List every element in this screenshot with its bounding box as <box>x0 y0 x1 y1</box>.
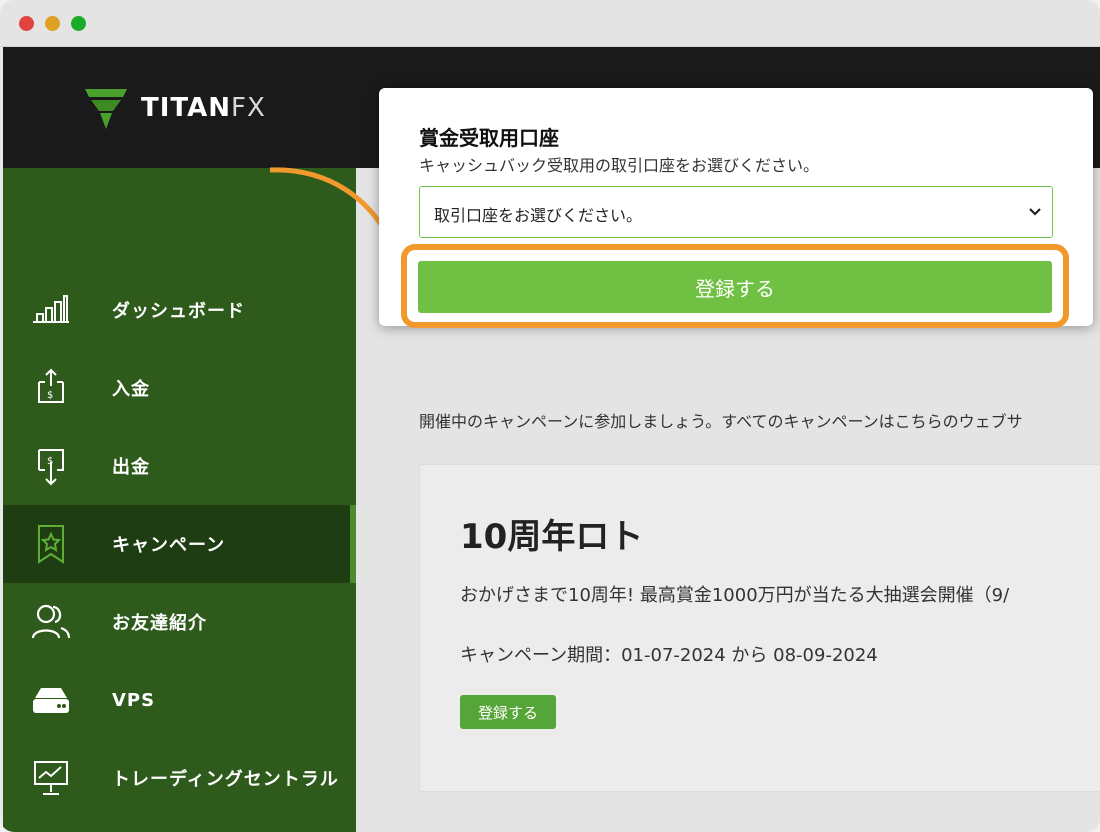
chevron-down-icon <box>1029 208 1041 216</box>
sidebar: ダッシュボード $ 入金 $ 出金 キャンペーン お友達紹介 VPS トレーディ… <box>3 168 356 832</box>
sidebar-item-withdraw[interactable]: $ 出金 <box>3 427 356 505</box>
sidebar-item-label: VPS <box>112 689 156 711</box>
sidebar-item-label: キャンペーン <box>112 535 226 556</box>
users-icon <box>31 604 71 639</box>
sidebar-item-campaign[interactable]: キャンペーン <box>3 505 356 583</box>
campaign-register-button[interactable]: 登録する <box>460 695 556 729</box>
server-icon <box>33 688 69 713</box>
trading-account-select[interactable]: 取引口座をお選びください。 <box>419 186 1053 238</box>
sidebar-item-label: トレーディングセントラル <box>112 769 339 790</box>
titanfx-logo-icon <box>85 89 127 129</box>
svg-text:$: $ <box>47 456 53 467</box>
logo-text: TITANFX <box>141 93 266 123</box>
sidebar-item-label: 入金 <box>112 379 150 400</box>
monitor-chart-icon <box>34 761 68 795</box>
withdraw-icon: $ <box>38 449 64 486</box>
campaign-card: 10周年ロト おかげさまで10周年! 最高賞金1000万円が当たる大抽選会開催（… <box>419 464 1100 792</box>
modal-subtitle: キャッシュバック受取用の取引口座をお選びください。 <box>419 156 820 175</box>
maximize-window-button[interactable] <box>71 16 86 31</box>
modal-register-button[interactable]: 登録する <box>418 261 1052 313</box>
campaign-period: キャンペーン期間：01-07-2024 から 08-09-2024 <box>460 645 878 666</box>
sidebar-item-label: ダッシュボード <box>112 301 245 322</box>
svg-text:$: $ <box>47 390 53 401</box>
campaign-description: おかげさまで10周年! 最高賞金1000万円が当たる大抽選会開催（9/ <box>460 585 1010 606</box>
sidebar-item-referral[interactable]: お友達紹介 <box>3 583 356 661</box>
sidebar-item-deposit[interactable]: $ 入金 <box>3 349 356 427</box>
app-window: TITANFX ダッシュボード $ 入金 $ 出金 キャンペーン お友達紹介 V… <box>0 0 1100 832</box>
sidebar-item-label: お友達紹介 <box>112 613 207 634</box>
close-window-button[interactable] <box>19 16 34 31</box>
bar-chart-icon <box>33 295 69 323</box>
sidebar-item-vps[interactable]: VPS <box>3 661 356 739</box>
campaign-title: 10周年ロト <box>460 517 644 557</box>
sidebar-item-dashboard[interactable]: ダッシュボード <box>3 271 356 349</box>
brand-logo[interactable]: TITANFX <box>83 83 266 133</box>
campaign-intro-text: 開催中のキャンペーンに参加しましょう。すべてのキャンペーンはこちらのウェブサ <box>419 412 1023 431</box>
minimize-window-button[interactable] <box>45 16 60 31</box>
sidebar-item-label: 出金 <box>112 457 150 478</box>
select-value: 取引口座をお選びください。 <box>434 206 643 225</box>
window-titlebar <box>0 0 1100 47</box>
bookmark-star-icon <box>38 525 64 564</box>
deposit-icon: $ <box>38 368 64 403</box>
sidebar-item-trading-central[interactable]: トレーディングセントラル <box>3 739 356 817</box>
modal-title: 賞金受取用口座 <box>419 126 559 150</box>
